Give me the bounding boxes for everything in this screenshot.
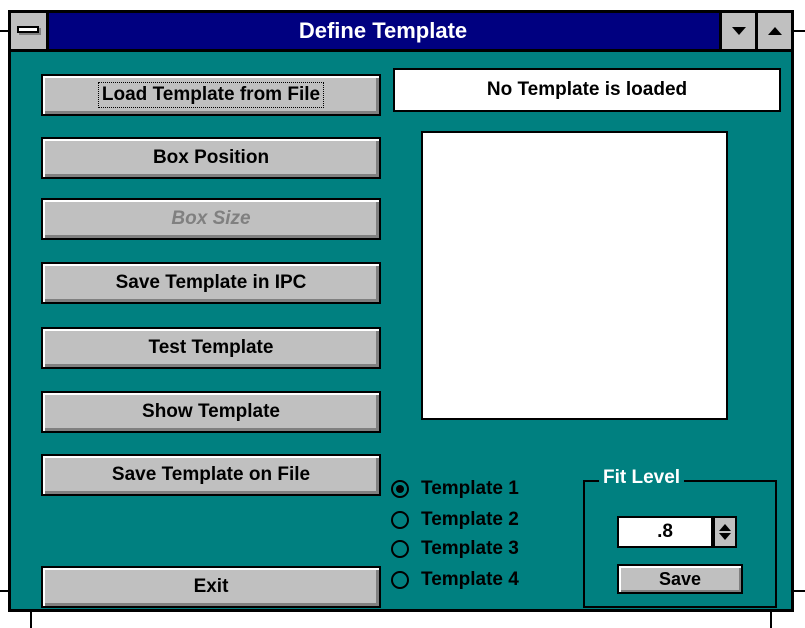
load-template-button[interactable]: Load Template from File (41, 74, 381, 116)
frame-divider (0, 30, 8, 32)
show-template-button[interactable]: Show Template (41, 391, 381, 433)
fit-level-input[interactable]: .8 (617, 516, 713, 548)
save-template-ipc-label: Save Template in IPC (115, 272, 307, 293)
radio-template-3[interactable]: Template 3 (391, 536, 519, 562)
radio-unselected-icon (391, 571, 409, 589)
test-template-label: Test Template (148, 337, 274, 358)
frame-divider (794, 30, 805, 32)
fit-level-legend: Fit Level (599, 467, 685, 489)
box-size-button: Box Size (41, 198, 381, 240)
fit-level-save-label: Save (658, 568, 702, 589)
title-bar[interactable]: Define Template (8, 10, 794, 52)
box-position-button[interactable]: Box Position (41, 137, 381, 179)
frame-divider (30, 612, 32, 628)
test-template-button[interactable]: Test Template (41, 327, 381, 369)
frame-divider (0, 590, 8, 592)
spin-down-icon[interactable] (719, 533, 731, 540)
window-title: Define Template (298, 18, 468, 43)
maximize-arrow-icon (767, 27, 782, 35)
fit-level-save-button[interactable]: Save (617, 564, 743, 594)
client-area: Load Template from File Box Position Box… (8, 52, 794, 612)
radio-template-1-label: Template 1 (421, 478, 519, 499)
fit-level-group: Fit Level .8 Save (583, 467, 777, 608)
radio-unselected-icon (391, 511, 409, 529)
radio-template-3-label: Template 3 (421, 538, 519, 559)
frame-divider (770, 612, 772, 628)
fit-level-spinner[interactable] (713, 516, 737, 548)
save-template-file-button[interactable]: Save Template on File (41, 454, 381, 496)
save-template-ipc-button[interactable]: Save Template in IPC (41, 262, 381, 304)
frame-divider (794, 590, 805, 592)
save-template-file-label: Save Template on File (111, 464, 311, 485)
system-menu-button[interactable] (11, 13, 49, 49)
spin-up-icon[interactable] (719, 524, 731, 531)
show-template-label: Show Template (142, 401, 280, 422)
box-position-label: Box Position (152, 147, 270, 168)
radio-template-4-label: Template 4 (421, 569, 519, 590)
radio-template-1[interactable]: Template 1 (391, 476, 519, 502)
template-preview-box (421, 131, 728, 420)
system-menu-icon (17, 26, 39, 33)
maximize-button[interactable] (755, 13, 791, 49)
radio-template-2[interactable]: Template 2 (391, 507, 519, 533)
minimize-arrow-icon (731, 27, 746, 35)
exit-button[interactable]: Exit (41, 566, 381, 608)
radio-unselected-icon (391, 540, 409, 558)
template-status-text: No Template is loaded (486, 79, 688, 100)
radio-template-4[interactable]: Template 4 (391, 567, 519, 593)
template-status-field: No Template is loaded (393, 68, 781, 112)
radio-selected-icon (391, 480, 409, 498)
define-template-window: Define Template Load Template from File … (0, 0, 805, 628)
box-size-label: Box Size (171, 208, 251, 229)
exit-label: Exit (193, 576, 229, 597)
radio-template-2-label: Template 2 (421, 509, 519, 530)
minimize-button[interactable] (719, 13, 755, 49)
load-template-label: Load Template from File (97, 82, 325, 108)
